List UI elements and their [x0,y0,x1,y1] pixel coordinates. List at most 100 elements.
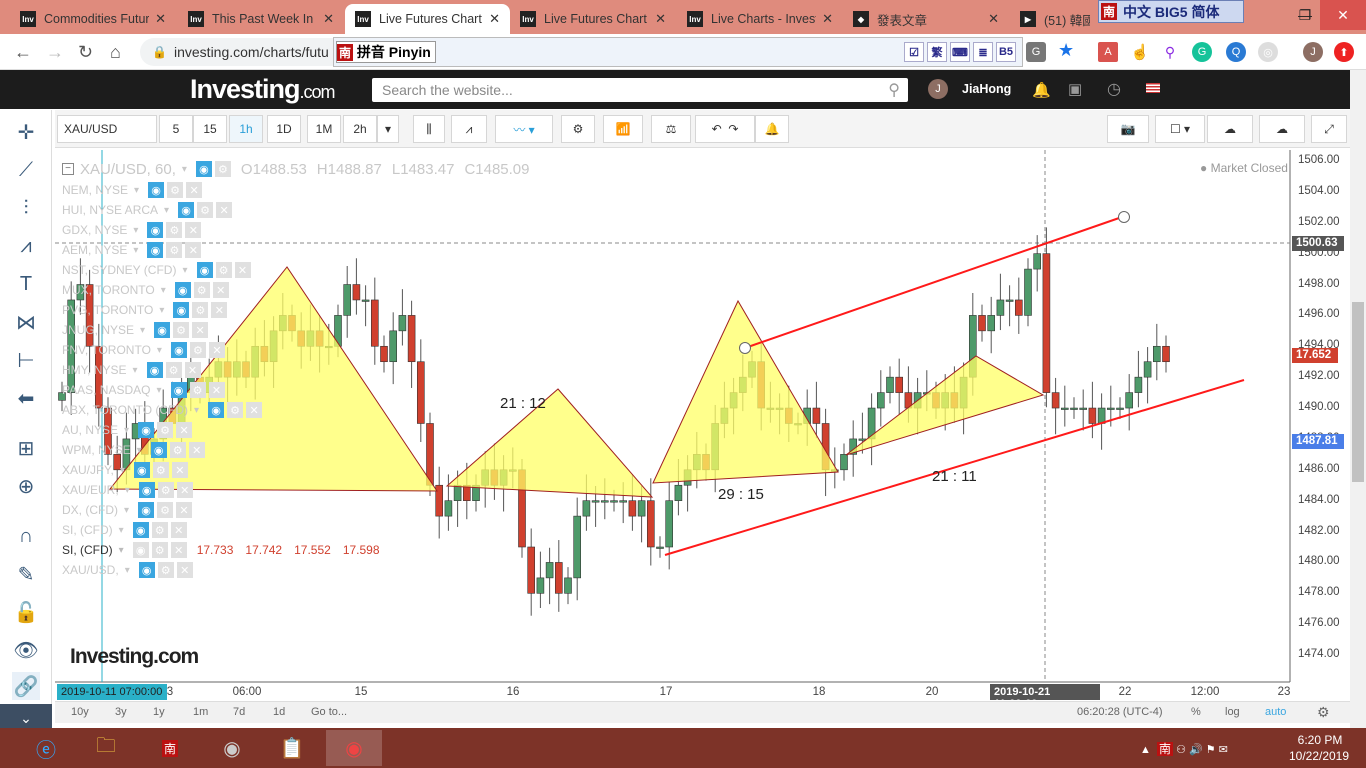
eye-icon[interactable]: ◉ [138,482,155,498]
eye-icon[interactable]: ◉ [174,282,191,298]
gear-icon[interactable]: ⚙ [214,161,231,177]
range-button[interactable]: Go to... [311,706,347,718]
legend-row[interactable]: AEM, NYSE ▾ ◉ ⚙ ✕ [62,241,202,259]
close-icon[interactable]: ✕ [211,302,228,318]
gear-icon[interactable]: ⚙ [167,182,184,198]
eye-icon[interactable]: ◉ [195,161,212,177]
chrome-active-icon[interactable]: ◉ [326,730,382,766]
close-icon[interactable]: ✕ [216,202,233,218]
channel-upper-line[interactable] [744,216,1123,349]
range-button[interactable]: 3y [115,706,127,718]
close-icon[interactable]: ✕ [176,502,193,518]
page-scrollbar[interactable] [1350,70,1366,728]
legend-row[interactable]: HUI, NYSE ARCA ▾ ◉ ⚙ ✕ [62,201,233,219]
range-button[interactable]: 1m [193,706,208,718]
close-icon[interactable]: ✕ [176,562,193,578]
close-icon[interactable]: ✕ [184,362,201,378]
gear-icon[interactable]: ⚙ [173,322,190,338]
range-button[interactable]: 1d [273,706,285,718]
gear-icon[interactable]: ⚙ [151,522,168,538]
collapse-legend-icon[interactable]: − [62,163,74,175]
eye-icon[interactable]: ◉ [170,342,187,358]
eye-icon[interactable]: ◉ [138,502,155,518]
gear-icon[interactable]: ⚙ [197,202,214,218]
legend-row[interactable]: NST, SYDNEY (CFD) ▾ ◉ ⚙ ✕ [62,261,251,279]
gear-icon[interactable]: ⚙ [157,502,174,518]
gear-icon[interactable]: ⚙ [192,302,209,318]
range-button[interactable]: 7d [233,706,245,718]
close-icon[interactable]: ✕ [188,442,205,458]
legend-row[interactable]: XAU/USD, ▾ ◉ ⚙ ✕ [62,561,193,579]
eye-icon[interactable]: ◉ [154,322,171,338]
gear-icon[interactable]: ⚙ [166,242,183,258]
legend-row[interactable]: MUX, TORONTO ▾ ◉ ⚙ ✕ [62,281,229,299]
close-icon[interactable]: ✕ [208,382,225,398]
ime-app-icon[interactable]: 南 [142,730,198,766]
gear-icon[interactable]: ⚙ [165,362,182,378]
eye-icon[interactable]: ◉ [147,222,164,238]
eye-icon[interactable]: ◉ [138,422,155,438]
scrollbar-thumb[interactable] [1352,302,1364,482]
triangle-pattern[interactable] [445,388,654,498]
auto-toggle[interactable]: auto [1265,706,1286,718]
legend-row[interactable]: GDX, NYSE ▾ ◉ ⚙ ✕ [62,221,202,239]
eye-icon[interactable]: ◉ [173,302,190,318]
legend-row[interactable]: SI, (CFD) ▾ ◉ ⚙ ✕ [62,521,187,539]
drag-handle[interactable] [739,342,751,354]
chart-settings-icon[interactable]: ⚙ [1317,704,1330,721]
close-icon[interactable]: ✕ [185,242,202,258]
start-ie-icon[interactable]: ⓔ [18,730,74,766]
gear-icon[interactable]: ⚙ [215,262,232,278]
legend-row[interactable]: XAU/EUR, ▾ ◉ ⚙ ✕ [62,481,193,499]
legend-row[interactable]: PVG, TORONTO ▾ ◉ ⚙ ✕ [62,301,228,319]
close-icon[interactable]: ✕ [185,222,202,238]
eye-icon[interactable]: ◉ [170,382,187,398]
gear-icon[interactable]: ⚙ [189,382,206,398]
gear-icon[interactable]: ⚙ [193,282,210,298]
close-icon[interactable]: ✕ [170,542,187,558]
annotation-ratio[interactable]: 21 : 12 [500,395,546,412]
close-icon[interactable]: ✕ [171,462,188,478]
close-icon[interactable]: ✕ [234,262,251,278]
gear-icon[interactable]: ⚙ [157,422,174,438]
range-button[interactable]: 1y [153,706,165,718]
legend-row[interactable]: XAU/JPY, ▾ ◉ ⚙ ✕ [62,461,188,479]
eye-icon[interactable]: ◉ [196,262,213,278]
legend-row[interactable]: FNV, TORONTO ▾ ◉ ⚙ ✕ [62,341,225,359]
close-icon[interactable]: ✕ [212,282,229,298]
triangle-pattern[interactable] [845,355,1045,456]
eye-icon[interactable]: ◉ [132,522,149,538]
file-explorer-icon[interactable]: 🗀 [78,730,134,766]
gear-icon[interactable]: ⚙ [157,482,174,498]
legend-row[interactable]: DX, (CFD) ▾ ◉ ⚙ ✕ [62,501,193,519]
close-icon[interactable]: ✕ [192,322,209,338]
annotation-ratio[interactable]: 29 : 15 [718,486,764,503]
legend-row[interactable]: AU, NYSE ▾ ◉ ⚙ ✕ [62,421,193,439]
close-icon[interactable]: ✕ [246,402,263,418]
eye-icon[interactable]: ◉ [148,182,165,198]
close-icon[interactable]: ✕ [176,482,193,498]
taskbar-time[interactable]: 6:20 PM [1290,733,1350,747]
legend-row-si[interactable]: SI, (CFD) ▾ ◉ ⚙ ✕ 17.733 17.742 17.552 17.5… [62,541,380,559]
range-button[interactable]: 10y [71,706,89,718]
main-series-legend[interactable]: − XAU/USD, 60, ▾ ◉ ⚙ O1488.53 H1488.87 L14… [62,160,530,178]
eye-icon[interactable]: ◉ [150,442,167,458]
legend-row[interactable]: WPM, NYSE ▾ ◉ ⚙ ✕ [62,441,205,459]
gear-icon[interactable]: ⚙ [189,342,206,358]
legend-row[interactable]: JNUG, NYSE ▾ ◉ ⚙ ✕ [62,321,209,339]
gear-icon[interactable]: ⚙ [227,402,244,418]
gear-icon[interactable]: ⚙ [166,222,183,238]
gear-icon[interactable]: ⚙ [152,462,169,478]
tray-icons[interactable]: ▲ 南 ⚇ 🔊 ⚑ ✉ [1140,740,1228,757]
triangle-pattern[interactable] [652,299,839,484]
legend-row[interactable]: ABX, TORONTO (CFD) ▾ ◉ ⚙ ✕ [62,401,263,419]
legend-row[interactable]: PAAS, NASDAQ ▾ ◉ ⚙ ✕ [62,381,225,399]
close-icon[interactable]: ✕ [186,182,203,198]
close-icon[interactable]: ✕ [208,342,225,358]
taskbar-date[interactable]: 10/22/2019 [1286,749,1352,763]
eye-icon[interactable]: ◉ [138,562,155,578]
gear-icon[interactable]: ⚙ [151,542,168,558]
clipboard-app-icon[interactable]: 📋 [264,730,320,766]
percent-toggle[interactable]: % [1191,706,1201,718]
legend-row[interactable]: NEM, NYSE ▾ ◉ ⚙ ✕ [62,181,203,199]
